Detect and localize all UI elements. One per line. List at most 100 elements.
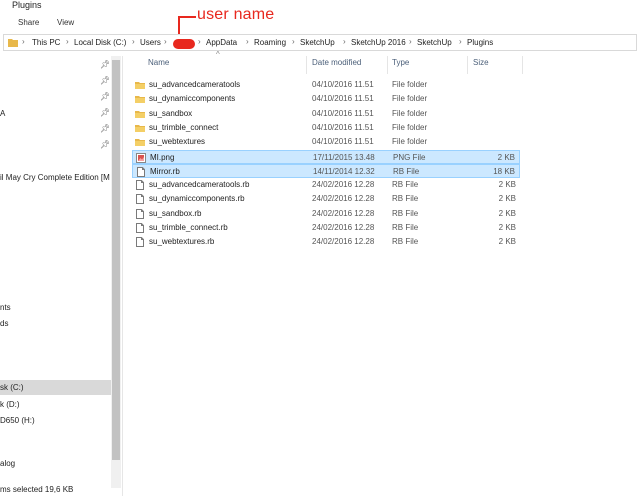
nav-item[interactable]: k (D:) [0,400,20,409]
breadcrumb-this-pc[interactable]: This PC [32,38,60,47]
pin-icon[interactable]: 📌︎ [100,60,110,69]
address-bar[interactable]: › This PC › Local Disk (C:) › Users › › … [3,34,637,51]
file-row[interactable]: su_sandbox.rb 24/02/2016 12.28 RB File 2 KB [132,207,520,221]
breadcrumb-plugins[interactable]: Plugins [467,38,493,47]
file-size: 2 KB [498,180,516,190]
document-icon [136,166,146,177]
file-date-modified: 04/10/2016 11.51 [312,137,374,147]
nav-scrollbar-thumb[interactable] [112,60,120,460]
file-row[interactable]: Mirror.rb 14/11/2014 12.32 RB File 18 KB [132,163,520,178]
column-divider[interactable] [306,56,307,74]
tab-share[interactable]: Share [18,18,39,27]
file-type: File folder [392,94,428,104]
file-date-modified: 24/02/2016 12.28 [312,208,375,218]
chevron-right-icon: › [459,37,462,46]
breadcrumb-appdata[interactable]: AppData [206,38,237,47]
folder-icon [135,137,145,147]
ribbon: Share View [0,13,640,32]
folder-icon [135,109,145,119]
file-row[interactable]: su_webtextures 04/10/2016 11.51 File folde… [132,135,520,149]
file-name: su_webtextures.rb [149,237,215,247]
breadcrumb-roaming[interactable]: Roaming [254,38,286,47]
pane-divider[interactable] [122,56,123,496]
file-name: su_advancedcameratools.rb [149,180,250,190]
file-date-modified: 17/11/2015 13.48 [313,152,375,162]
file-date-modified: 24/02/2016 12.28 [312,180,375,190]
file-type: RB File [392,194,419,204]
file-date-modified: 04/10/2016 11.51 [312,80,374,89]
sort-ascending-icon: ^ [216,50,220,59]
column-divider[interactable] [387,56,388,74]
breadcrumb-sketchup[interactable]: SketchUp [300,38,335,47]
file-row[interactable]: su_advancedcameratools.rb 24/02/2016 12.2… [132,178,520,192]
file-name: su_advancedcameratools [149,80,241,89]
column-header-type[interactable]: Type [392,58,409,76]
pin-icon[interactable]: 📌︎ [100,140,110,149]
file-type: File folder [392,122,428,132]
pin-icon[interactable]: 📌︎ [100,124,110,133]
document-icon [135,208,145,219]
file-row[interactable]: su_webtextures.rb 24/02/2016 12.28 RB File… [132,235,520,249]
column-divider[interactable] [522,56,523,74]
breadcrumb-users[interactable]: Users [140,38,161,47]
image-file-icon [136,152,146,163]
file-date-modified: 04/10/2016 11.51 [312,108,374,118]
file-size: 2 KB [497,152,515,162]
file-type: PNG File [393,152,426,162]
file-name: su_sandbox [149,108,193,118]
file-row[interactable]: su_trimble_connect 04/10/2016 11.51 File f… [132,121,520,135]
column-header-date[interactable]: Date modified [312,58,361,76]
pin-icon[interactable]: 📌︎ [100,76,110,85]
file-row[interactable]: su_dynamiccomponents 04/10/2016 11.51 File… [132,92,520,106]
file-date-modified: 24/02/2016 12.28 [312,194,375,204]
pin-icon[interactable]: 📌︎ [100,108,110,117]
file-name: su_dynamiccomponents.rb [149,194,245,204]
nav-item[interactable]: nts [0,303,11,312]
file-date-modified: 24/02/2016 12.28 [312,237,375,247]
status-text: ms selected 19,6 KB [0,485,74,494]
pin-icon[interactable]: 📌︎ [100,92,110,101]
file-date-modified: 04/10/2016 11.51 [312,94,374,104]
file-row[interactable]: MI.png 17/11/2015 13.48 PNG File 2 KB [132,149,520,164]
file-row[interactable]: su_trimble_connect.rb 24/02/2016 12.28 RB … [132,221,520,235]
breadcrumb-sketchup-2016[interactable]: SketchUp 2016 [351,38,406,47]
file-size: 2 KB [498,194,516,204]
document-icon [135,237,145,248]
column-header-name[interactable]: Name [148,58,169,76]
file-type: RB File [392,223,419,232]
redacted-username [173,39,195,49]
file-row[interactable]: su_advancedcameratools 04/10/2016 11.51 Fi… [132,78,520,92]
chevron-right-icon: › [22,37,25,46]
chevron-right-icon: › [292,37,295,46]
nav-item[interactable]: alog [0,459,15,468]
file-type: RB File [392,180,419,190]
nav-item[interactable]: ds [0,319,8,328]
breadcrumb-local-disk[interactable]: Local Disk (C:) [74,38,126,47]
chevron-right-icon: › [66,37,69,46]
chevron-right-icon: › [343,37,346,46]
chevron-right-icon: › [164,37,167,46]
title-bar: Plugins [0,0,640,13]
nav-item[interactable]: A [0,109,5,118]
nav-item[interactable]: D650 (H:) [0,416,35,425]
tab-view[interactable]: View [57,18,74,27]
nav-item-local-disk[interactable]: sk (C:) [0,383,24,392]
column-header-size[interactable]: Size [473,58,489,76]
column-divider[interactable] [467,56,468,74]
nav-item[interactable]: il May Cry Complete Edition [M [0,173,110,182]
file-type: File folder [392,108,428,118]
breadcrumb-sketchup-sub[interactable]: SketchUp [417,38,452,47]
file-row[interactable]: su_sandbox 04/10/2016 11.51 File folder [132,107,520,121]
file-date-modified: 24/02/2016 12.28 [312,223,375,232]
file-type: RB File [393,166,420,176]
file-name: su_dynamiccomponents [149,94,236,104]
folder-icon [135,123,145,133]
file-type: File folder [392,137,428,147]
file-type: File folder [392,80,428,89]
file-type: RB File [392,237,419,247]
file-row[interactable]: su_dynamiccomponents.rb 24/02/2016 12.28 R… [132,192,520,206]
file-name: Mirror.rb [150,166,180,176]
file-name: su_sandbox.rb [149,208,202,218]
chevron-right-icon: › [409,37,412,46]
file-size: 2 KB [498,223,516,232]
